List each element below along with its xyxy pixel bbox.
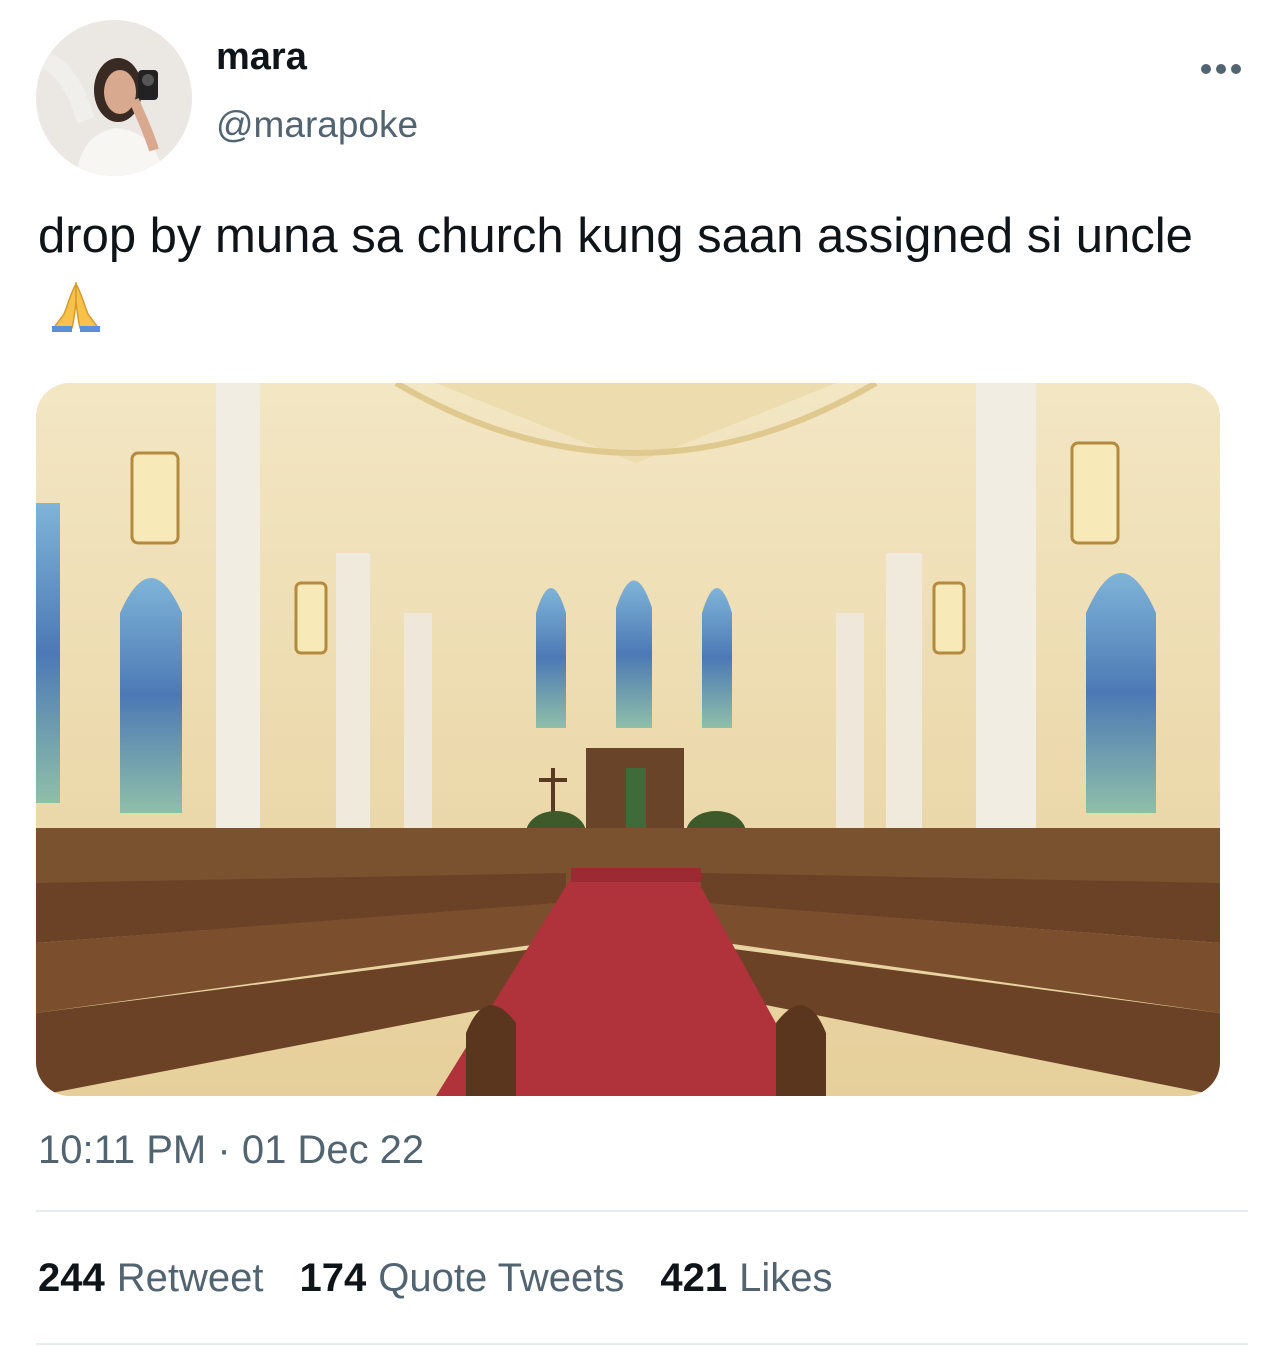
church-interior-photo[interactable]	[36, 383, 1220, 1096]
divider-top	[36, 1210, 1248, 1212]
likes-label: Likes	[739, 1256, 833, 1300]
quote-tweets-stat[interactable]: 174 Quote Tweets	[300, 1256, 625, 1301]
likes-count: 421	[660, 1256, 728, 1300]
engagement-stats: 244 Retweet 174 Quote Tweets 421 Likes	[38, 1256, 868, 1301]
likes-stat[interactable]: 421 Likes	[660, 1256, 832, 1301]
retweet-count: 244	[38, 1256, 105, 1300]
quote-label: Quote Tweets	[378, 1256, 625, 1300]
tweet-time: 10:11 PM	[38, 1128, 207, 1172]
tweet-text: drop by muna sa church kung saan assigne…	[38, 200, 1248, 344]
folded-hands-emoji-icon	[48, 280, 104, 332]
retweet-label: Retweet	[116, 1256, 264, 1300]
display-name[interactable]: mara	[216, 36, 307, 79]
retweets-stat[interactable]: 244 Retweet	[38, 1256, 264, 1301]
time-date-separator: ·	[217, 1128, 231, 1172]
tweet-date: 01 Dec 22	[241, 1128, 425, 1172]
ellipsis-icon[interactable]	[1196, 54, 1246, 84]
tweet-text-content: drop by muna sa church kung saan assigne…	[38, 209, 1193, 263]
divider-bottom	[36, 1343, 1248, 1345]
handle[interactable]: @marapoke	[216, 104, 418, 146]
avatar[interactable]	[36, 20, 192, 176]
quote-count: 174	[299, 1256, 367, 1300]
timestamp[interactable]: 10:11 PM · 01 Dec 22	[38, 1128, 424, 1173]
